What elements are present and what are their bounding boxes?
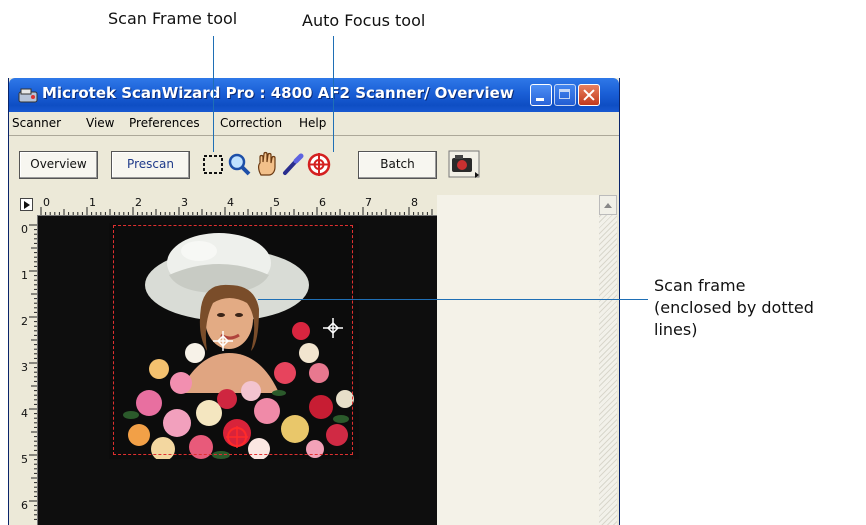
vertical-scrollbar[interactable] [599, 195, 617, 525]
scan-frame-callout-line3: lines) [654, 320, 698, 339]
camera-menu-icon[interactable] [448, 150, 482, 180]
ruler-top-2: 2 [135, 196, 142, 209]
close-button[interactable] [578, 84, 600, 106]
menu-scanner[interactable]: Scanner [12, 116, 61, 130]
prescan-button[interactable]: Prescan [111, 151, 190, 179]
menu-bar: Scanner View Preferences Correction Help [9, 113, 619, 135]
maximize-button[interactable] [554, 84, 576, 106]
menu-preferences[interactable]: Preferences [129, 116, 200, 130]
eyedropper-icon[interactable] [280, 151, 306, 178]
scan-frame-leader [258, 299, 648, 300]
ruler-top-1: 1 [89, 196, 96, 209]
auto-focus-tool-leader [333, 36, 334, 152]
left-ruler: 0 1 2 3 4 5 6 [17, 215, 38, 525]
ruler-top-0: 0 [43, 196, 50, 209]
title-bar: Microtek ScanWizard Pro : 4800 AF2 Scann… [9, 78, 619, 112]
hand-icon[interactable] [254, 151, 280, 178]
ruler-left-6: 6 [21, 499, 28, 512]
ruler-left-1: 1 [21, 269, 28, 282]
ruler-left-5: 5 [21, 453, 28, 466]
ruler-top-7: 7 [365, 196, 372, 209]
ruler-left-3: 3 [21, 361, 28, 374]
side-panel [437, 195, 599, 525]
auto-focus-tool-callout: Auto Focus tool [302, 11, 426, 30]
zoom-icon[interactable] [226, 151, 252, 178]
ruler-left-4: 4 [21, 407, 28, 420]
scanwizard-window: Microtek ScanWizard Pro : 4800 AF2 Scann… [8, 78, 620, 525]
ruler-top-6: 6 [319, 196, 326, 209]
ruler-top-5: 5 [273, 196, 280, 209]
scan-frame-callout-line2: (enclosed by dotted [654, 298, 814, 317]
scan-frame-tool-leader [213, 36, 214, 152]
overview-button[interactable]: Overview [19, 151, 98, 179]
ruler-left-2: 2 [21, 315, 28, 328]
scan-frame[interactable] [113, 225, 353, 455]
scan-frame-tool-callout: Scan Frame tool [108, 9, 238, 28]
scan-frame-icon[interactable] [200, 151, 226, 178]
auto-focus-icon[interactable] [306, 151, 332, 178]
toolbar-divider [9, 135, 619, 136]
ruler-left-0: 0 [21, 223, 28, 236]
minimize-button[interactable] [530, 84, 552, 106]
batch-button[interactable]: Batch [358, 151, 437, 179]
menu-help[interactable]: Help [299, 116, 326, 130]
ruler-top-8: 8 [411, 196, 418, 209]
window-title: Microtek ScanWizard Pro : 4800 AF2 Scann… [42, 84, 514, 102]
menu-correction[interactable]: Correction [220, 116, 282, 130]
scan-frame-callout-line1: Scan frame [654, 276, 746, 295]
ruler-top-3: 3 [181, 196, 188, 209]
ruler-top-4: 4 [227, 196, 234, 209]
preview-area[interactable]: 0 1 2 3 4 5 6 7 8 0 1 2 3 4 5 6 [17, 195, 437, 525]
menu-view[interactable]: View [86, 116, 114, 130]
scroll-up-button[interactable] [599, 195, 617, 215]
top-ruler: 0 1 2 3 4 5 6 7 8 [17, 195, 437, 216]
scanner-app-icon [18, 88, 38, 103]
